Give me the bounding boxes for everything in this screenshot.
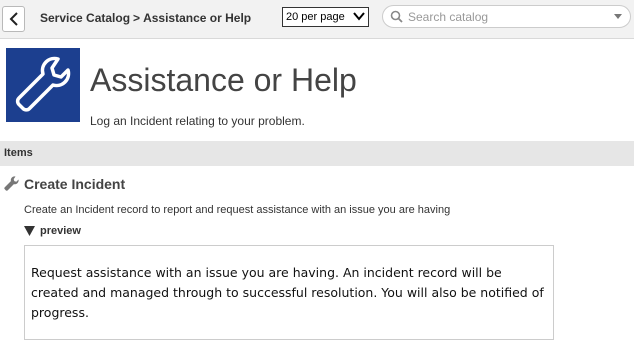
preview-toggle[interactable]: preview (24, 225, 81, 237)
search-input[interactable]: Search catalog (382, 5, 631, 28)
catalog-item-description: Create an Incident record to report and … (24, 204, 451, 216)
per-page-select[interactable]: 20 per page (282, 7, 369, 27)
category-icon (6, 48, 80, 122)
chevron-left-icon (9, 12, 18, 26)
wrench-icon (15, 56, 71, 112)
search-icon (390, 10, 403, 23)
items-section-header: Items (0, 141, 634, 166)
back-button[interactable] (2, 6, 25, 32)
triangle-down-icon (24, 226, 35, 236)
wrench-icon (4, 176, 19, 191)
chevron-down-icon (353, 12, 365, 21)
items-section-label: Items (4, 147, 33, 159)
preview-text: Request assistance with an issue you are… (31, 265, 544, 320)
top-bar: Service Catalog > Assistance or Help 20 pe… (0, 0, 634, 39)
per-page-value: 20 per page (286, 11, 345, 23)
page-title: Assistance or Help (90, 62, 357, 98)
breadcrumb: Service Catalog > Assistance or Help (40, 11, 251, 25)
breadcrumb-link-service-catalog[interactable]: Service Catalog (40, 11, 130, 25)
catalog-item-title[interactable]: Create Incident (24, 176, 125, 192)
page-subtitle: Log an Incident relating to your problem… (90, 114, 305, 128)
search-placeholder: Search catalog (408, 10, 489, 24)
breadcrumb-current: Assistance or Help (143, 11, 252, 25)
caret-down-icon[interactable] (614, 14, 622, 19)
preview-panel: Request assistance with an issue you are… (24, 245, 554, 340)
preview-label: preview (40, 225, 81, 237)
breadcrumb-separator: > (133, 11, 141, 25)
